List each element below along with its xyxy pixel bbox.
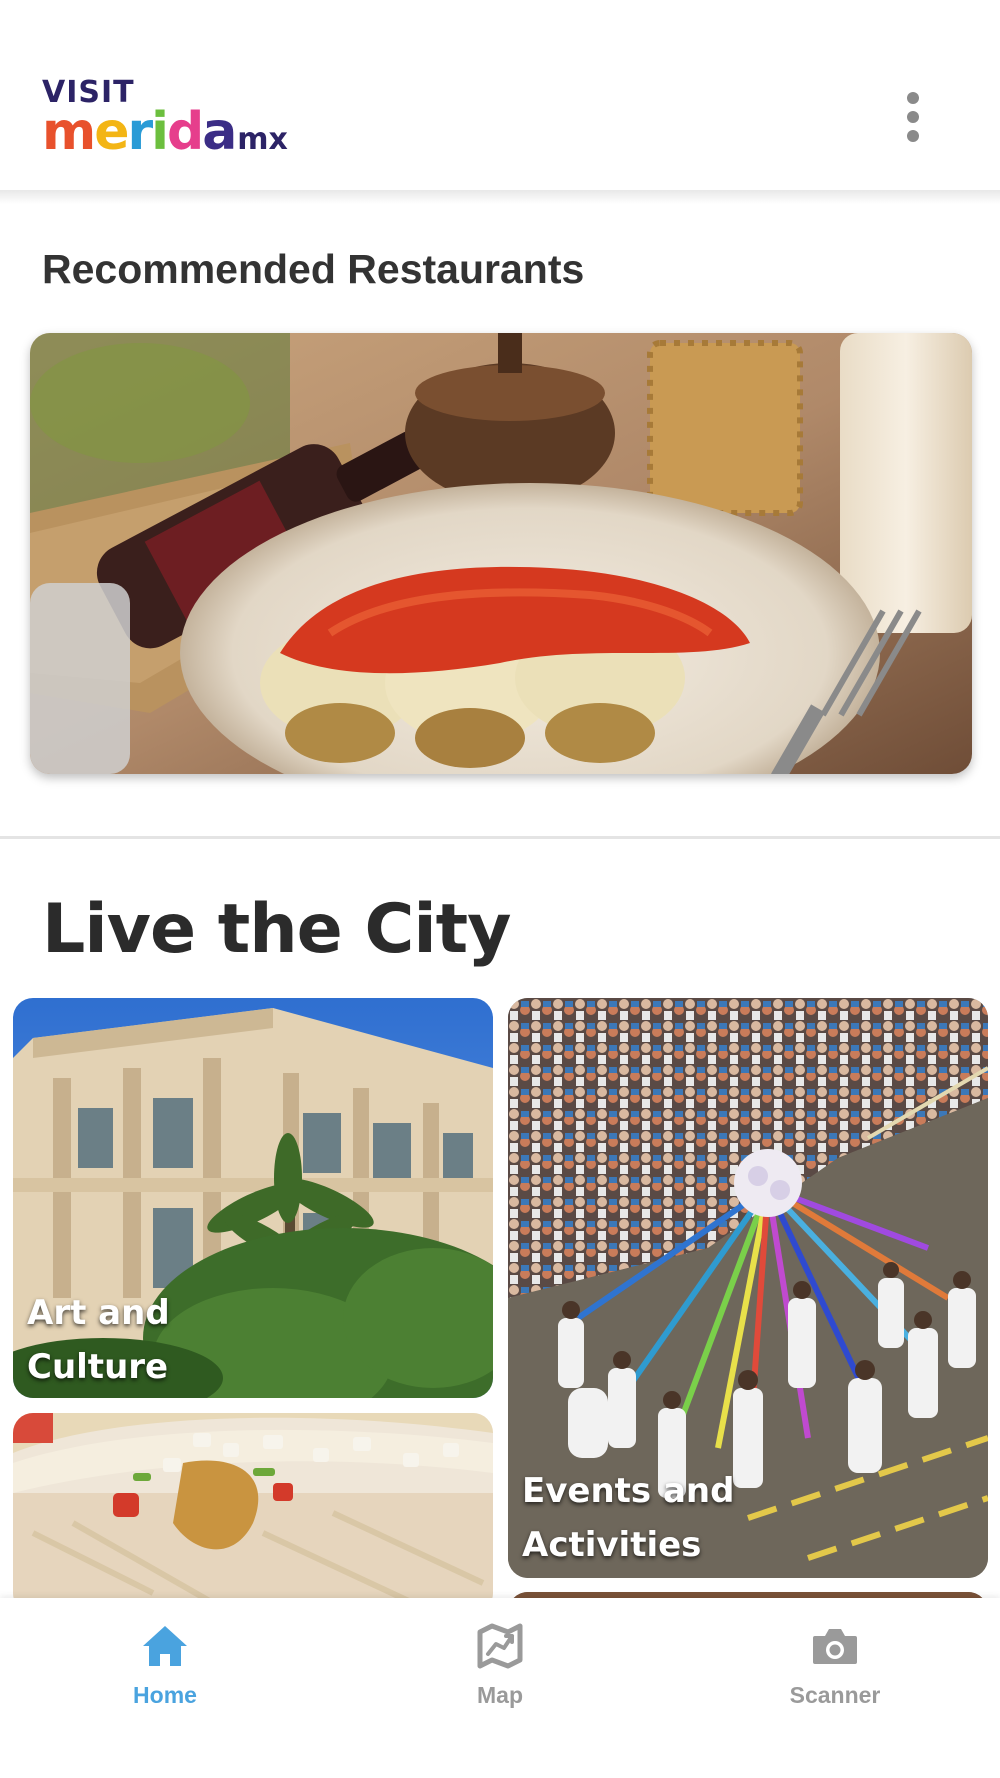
nav-scanner[interactable]: Scanner — [745, 1620, 925, 1730]
logo-letter: d — [166, 102, 204, 162]
logo-letter: r — [127, 102, 153, 162]
tile-art-and-culture[interactable]: Art and Culture — [13, 998, 493, 1398]
tile-events-and-activities[interactable]: Events and Activities — [508, 998, 988, 1578]
tile-label-art-and-culture: Art and Culture — [27, 1293, 170, 1387]
nav-map[interactable]: Map — [410, 1620, 590, 1730]
map-icon — [477, 1623, 523, 1669]
logo-letter: i — [151, 102, 169, 162]
camera-icon — [813, 1629, 857, 1664]
logo-letter: m — [42, 102, 96, 162]
recommended-restaurant-card[interactable] — [30, 333, 972, 774]
section-divider — [0, 836, 1000, 839]
home-icon — [143, 1626, 187, 1666]
header-shadow — [0, 190, 1000, 204]
sandwich-food-image — [13, 1413, 493, 1613]
logo-wordmark: meridamx — [42, 104, 288, 168]
logo-letter: a — [202, 102, 237, 162]
more-vertical-icon[interactable] — [897, 92, 929, 142]
visit-merida-logo[interactable]: VISIT meridamx — [42, 78, 322, 161]
recommended-restaurants-title: Recommended Restaurants — [42, 246, 585, 292]
nav-map-label: Map — [477, 1682, 523, 1708]
tile-food[interactable] — [13, 1413, 493, 1613]
logo-letter: e — [94, 102, 129, 162]
nav-home[interactable]: Home — [75, 1620, 255, 1730]
live-the-city-title: Live the City — [42, 890, 512, 969]
logo-mx-suffix: mx — [237, 122, 288, 157]
app-header: VISIT meridamx — [0, 0, 1000, 190]
restaurant-dish-image — [30, 333, 972, 774]
nav-home-label: Home — [133, 1682, 197, 1708]
bottom-navigation: Home Map Scanner — [0, 1598, 1000, 1778]
tile-label-events-and-activities: Events and Activities — [522, 1471, 735, 1565]
nav-scanner-label: Scanner — [789, 1682, 881, 1708]
